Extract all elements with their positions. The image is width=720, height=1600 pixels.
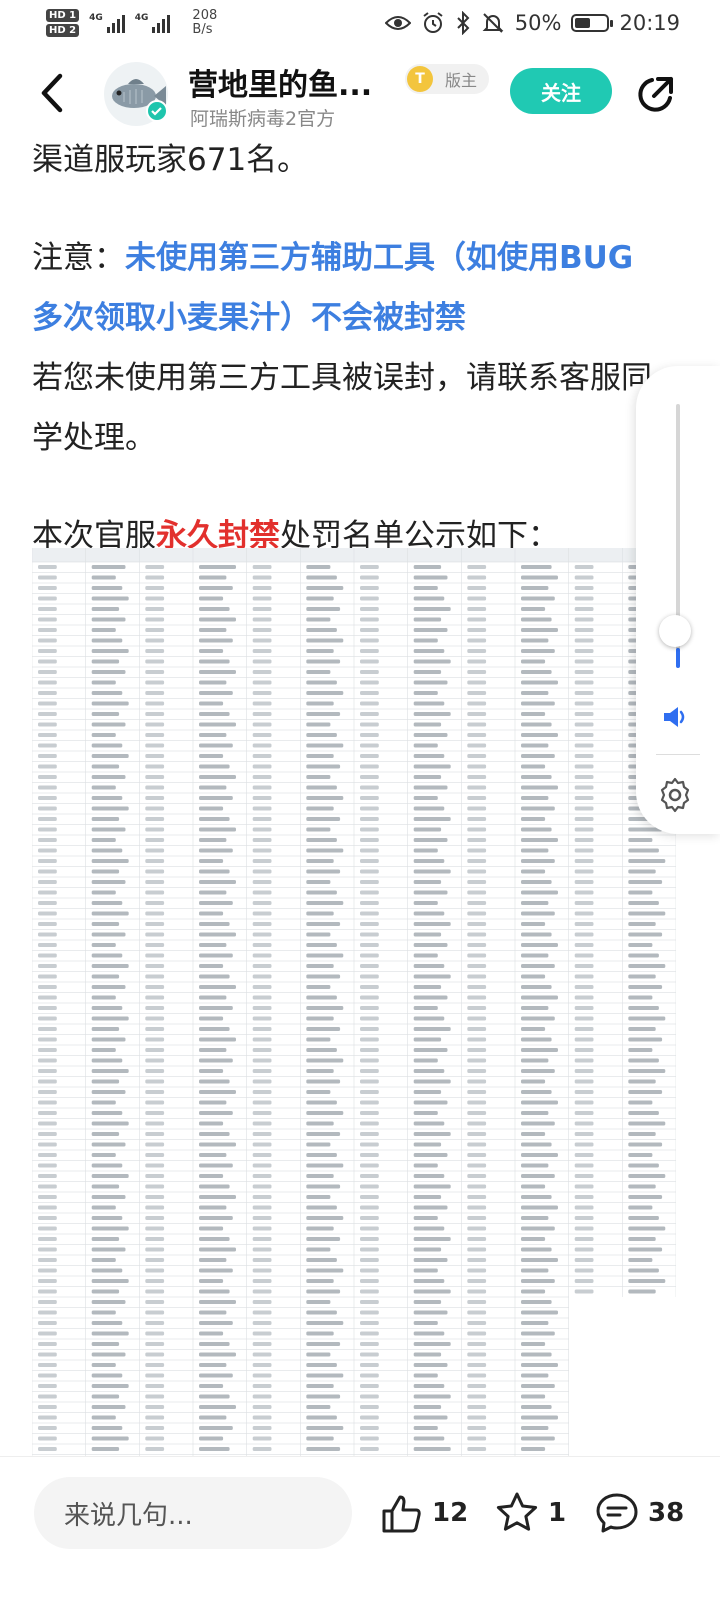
ban-list-image[interactable]: [32, 548, 676, 1458]
hd1-indicator: HD 1: [46, 9, 80, 22]
page-subtitle: 阿瑞斯病毒2官方: [190, 108, 336, 130]
speaker-icon[interactable]: [660, 702, 690, 732]
ban-list-table-graphic: [32, 548, 676, 1458]
bottom-action-bar: 来说几句... 12 1 38: [0, 1456, 720, 1600]
favorite-button[interactable]: 1: [494, 1483, 566, 1543]
moderator-badge: T 版主: [405, 64, 490, 94]
coin-icon: T: [407, 66, 433, 92]
post-paragraph: 渠道服玩家671名。: [32, 142, 309, 178]
share-icon[interactable]: [632, 72, 678, 118]
notice-paragraph: 注意：未使用第三方辅助工具（如使用BUG多次领取小麦果汁）不会被封禁: [32, 228, 662, 348]
moderator-label: 版主: [445, 71, 478, 90]
battery-percent: 50%: [514, 11, 562, 35]
volume-slider-thumb[interactable]: [659, 615, 691, 647]
network-speed: 208 B/s: [192, 8, 218, 37]
signal-icon-2: 4G: [135, 13, 171, 33]
comment-count: 38: [648, 1498, 685, 1528]
status-bar: HD 1 HD 2 4G 4G 208 B/s 50% 20:19: [0, 0, 720, 46]
favorite-count: 1: [548, 1498, 567, 1528]
signal-icon: 4G: [89, 13, 125, 33]
post-body: 渠道服玩家671名。 注意：未使用第三方辅助工具（如使用BUG多次领取小麦果汁）…: [32, 130, 662, 566]
bluetooth-icon: [457, 11, 470, 35]
post-header: 营地里的鱼... 阿瑞斯病毒2官方 T 版主 关注: [0, 48, 720, 138]
appeal-paragraph: 若您未使用第三方工具被误封，请联系客服同学处理。: [32, 360, 652, 456]
mute-bell-icon: [482, 13, 504, 33]
alarm-icon: [423, 12, 443, 33]
volume-panel: [636, 366, 720, 834]
comment-bubble-icon: [596, 1493, 638, 1533]
star-icon: [496, 1492, 538, 1531]
page-title[interactable]: 营地里的鱼...: [188, 60, 372, 104]
back-arrow-icon[interactable]: [30, 68, 80, 118]
hd2-indicator: HD 2: [46, 24, 80, 37]
comment-input[interactable]: 来说几句...: [34, 1477, 352, 1549]
like-count: 12: [432, 1498, 469, 1528]
volume-divider: [656, 754, 700, 755]
volume-fill: [676, 648, 680, 668]
gear-icon[interactable]: [656, 776, 694, 814]
like-button[interactable]: 12: [380, 1483, 468, 1543]
thumbs-up-icon: [382, 1495, 421, 1533]
battery-icon: [571, 14, 614, 32]
follow-button[interactable]: 关注: [510, 68, 612, 114]
clock: 20:19: [619, 11, 680, 35]
verified-badge-icon: [146, 100, 168, 122]
notice-prefix: 注意：: [32, 240, 125, 276]
eye-icon: [384, 16, 411, 30]
comments-button[interactable]: 38: [594, 1483, 684, 1543]
